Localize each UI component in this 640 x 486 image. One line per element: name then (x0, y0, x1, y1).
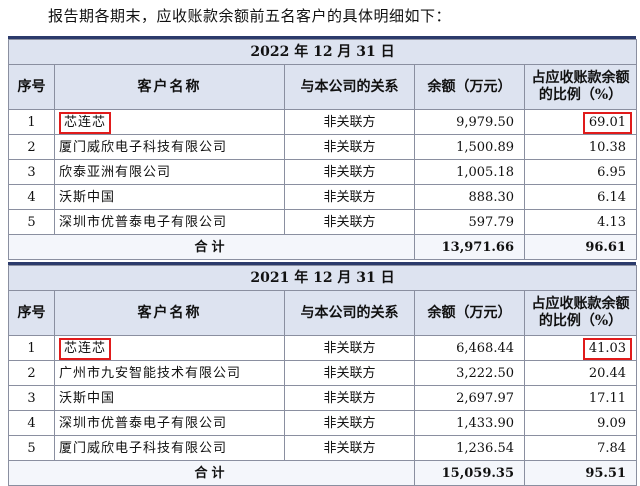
header-idx: 序号 (8, 290, 55, 336)
row-name: 厦门威欣电子科技有限公司 (54, 134, 285, 160)
total-balance: 13,971.66 (414, 234, 525, 260)
header-balance: 余额（万元） (414, 290, 525, 336)
table-row: 4 沃斯中国 非关联方 888.30 6.14 (8, 184, 638, 210)
header-row: 序号 客户名称 与本公司的关系 余额（万元） 占应收账款余额的比例（%） (8, 64, 638, 110)
table-row: 4 深圳市优普泰电子有限公司 非关联方 1,433.90 9.09 (8, 410, 638, 436)
highlight-box: 芯连芯 (59, 337, 112, 360)
header-relation: 与本公司的关系 (284, 290, 415, 336)
row-name: 芯连芯 (54, 109, 285, 135)
period-row: 2021 年 12 月 31 日 (7, 265, 638, 291)
row-idx: 3 (8, 159, 55, 185)
receivables-table-2022: 2022 年 12 月 31 日 序号 客户名称 与本公司的关系 余额（万元） … (7, 39, 638, 260)
period-row: 2022 年 12 月 31 日 (7, 39, 638, 65)
table-row: 2 厦门威欣电子科技有限公司 非关联方 1,500.89 10.38 (8, 134, 638, 160)
header-idx: 序号 (8, 64, 55, 110)
row-idx: 2 (8, 360, 55, 386)
row-name: 沃斯中国 (54, 184, 285, 210)
row-name: 深圳市优普泰电子有限公司 (54, 410, 285, 436)
intro-text: 报告期各期末，应收账款余额前五名客户的具体明细如下： (48, 7, 452, 25)
row-ratio: 17.11 (523, 385, 638, 411)
table-row: 1 芯连芯 非关联方 6,468.44 41.03 (8, 335, 638, 361)
table-row: 5 深圳市优普泰电子有限公司 非关联方 597.79 4.13 (8, 209, 638, 235)
row-name: 广州市九安智能技术有限公司 (54, 360, 285, 386)
row-relation: 非关联方 (284, 360, 415, 386)
table-row: 5 厦门威欣电子科技有限公司 非关联方 1,236.54 7.84 (8, 435, 638, 461)
row-balance: 1,236.54 (414, 435, 525, 461)
row-idx: 1 (8, 109, 55, 135)
row-idx: 3 (8, 385, 55, 411)
row-idx: 1 (8, 335, 55, 361)
header-balance: 余额（万元） (414, 64, 525, 110)
row-idx: 4 (8, 410, 55, 436)
total-row: 合计 13,971.66 96.61 (8, 234, 638, 260)
row-relation: 非关联方 (284, 134, 415, 160)
row-relation: 非关联方 (284, 435, 415, 461)
row-balance: 6,468.44 (414, 335, 525, 361)
highlight-box: 芯连芯 (59, 111, 112, 134)
row-balance: 3,222.50 (414, 360, 525, 386)
period-label: 2022 年 12 月 31 日 (7, 39, 638, 65)
total-ratio: 95.51 (523, 460, 638, 486)
row-ratio: 7.84 (523, 435, 638, 461)
highlight-box: 41.03 (582, 337, 633, 360)
table-row: 2 广州市九安智能技术有限公司 非关联方 3,222.50 20.44 (8, 360, 638, 386)
row-idx: 5 (8, 435, 55, 461)
receivables-table-2021: 2021 年 12 月 31 日 序号 客户名称 与本公司的关系 余额（万元） … (7, 265, 638, 486)
table-row: 1 芯连芯 非关联方 9,979.50 69.01 (8, 109, 638, 135)
header-relation: 与本公司的关系 (284, 64, 415, 110)
row-ratio: 69.01 (523, 109, 638, 135)
row-name: 芯连芯 (54, 335, 285, 361)
row-relation: 非关联方 (284, 159, 415, 185)
row-name: 欣泰亚洲有限公司 (54, 159, 285, 185)
row-balance: 9,979.50 (414, 109, 525, 135)
table-row: 3 沃斯中国 非关联方 2,697.97 17.11 (8, 385, 638, 411)
period-label: 2021 年 12 月 31 日 (7, 265, 638, 291)
row-ratio: 20.44 (523, 360, 638, 386)
row-balance: 1,433.90 (414, 410, 525, 436)
row-ratio: 9.09 (523, 410, 638, 436)
table-row: 3 欣泰亚洲有限公司 非关联方 1,005.18 6.95 (8, 159, 638, 185)
row-name: 厦门威欣电子科技有限公司 (54, 435, 285, 461)
highlight-box: 69.01 (582, 111, 633, 134)
row-idx: 4 (8, 184, 55, 210)
row-ratio: 41.03 (523, 335, 638, 361)
row-idx: 2 (8, 134, 55, 160)
total-label: 合计 (8, 460, 415, 486)
row-ratio: 10.38 (523, 134, 638, 160)
row-relation: 非关联方 (284, 385, 415, 411)
row-relation: 非关联方 (284, 109, 415, 135)
header-name: 客户名称 (54, 64, 285, 110)
row-relation: 非关联方 (284, 209, 415, 235)
row-name: 深圳市优普泰电子有限公司 (54, 209, 285, 235)
row-balance: 2,697.97 (414, 385, 525, 411)
row-relation: 非关联方 (284, 184, 415, 210)
total-balance: 15,059.35 (414, 460, 525, 486)
header-name: 客户名称 (54, 290, 285, 336)
total-label: 合计 (8, 234, 415, 260)
row-balance: 1,500.89 (414, 134, 525, 160)
row-balance: 1,005.18 (414, 159, 525, 185)
row-relation: 非关联方 (284, 335, 415, 361)
header-row: 序号 客户名称 与本公司的关系 余额（万元） 占应收账款余额的比例（%） (8, 290, 638, 336)
header-ratio: 占应收账款余额的比例（%） (523, 290, 638, 336)
row-relation: 非关联方 (284, 410, 415, 436)
row-name: 沃斯中国 (54, 385, 285, 411)
row-idx: 5 (8, 209, 55, 235)
row-ratio: 6.95 (523, 159, 638, 185)
row-ratio: 4.13 (523, 209, 638, 235)
total-ratio: 96.61 (523, 234, 638, 260)
row-balance: 888.30 (414, 184, 525, 210)
row-balance: 597.79 (414, 209, 525, 235)
row-ratio: 6.14 (523, 184, 638, 210)
total-row: 合计 15,059.35 95.51 (8, 460, 638, 486)
header-ratio: 占应收账款余额的比例（%） (523, 64, 638, 110)
